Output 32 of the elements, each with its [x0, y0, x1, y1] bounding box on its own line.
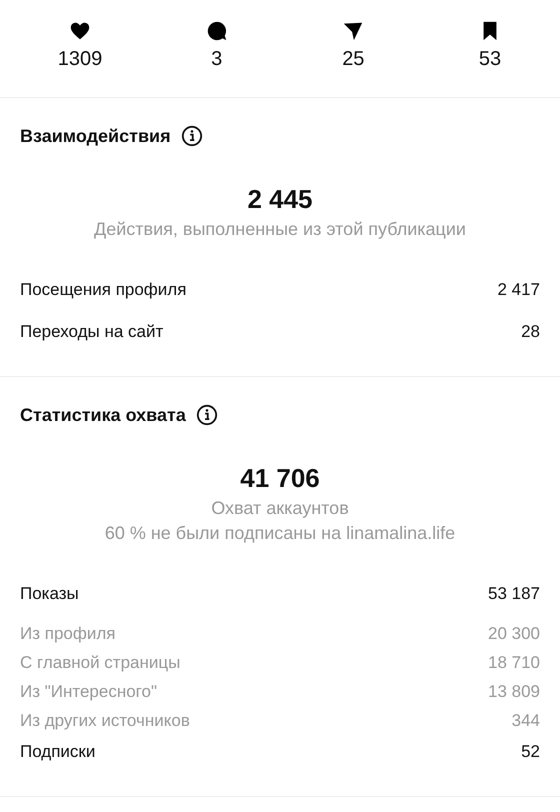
caption: Охват аккаунтов: [210, 498, 350, 519]
info-icon[interactable]: [196, 404, 218, 426]
metric-label: Посещения профиля: [20, 280, 186, 300]
stat-count: 25: [342, 48, 364, 71]
metric-value: 13 809: [488, 682, 540, 702]
section-title: Взаимодействия: [20, 126, 171, 146]
metric-value: 20 300: [488, 624, 540, 644]
metric-label: Показы: [20, 584, 79, 604]
metric-label: Из профиля: [20, 624, 116, 644]
stat-count: 53: [478, 48, 502, 71]
total-value: 41 706: [239, 463, 321, 494]
section-title: Статистика охвата: [20, 404, 186, 426]
metric-value: 2 417: [497, 280, 540, 300]
total-value: 2 445: [246, 184, 314, 215]
comment-icon: [206, 20, 228, 42]
heart-icon: [69, 20, 91, 42]
metric-label: Подписки: [20, 742, 96, 762]
metric-value: 53 187: [488, 584, 540, 604]
metric-value: 344: [512, 711, 540, 731]
metric-label: Переходы на сайт: [20, 322, 164, 342]
caption: 60 % не были подписаны на linamalina.life: [104, 523, 456, 544]
stat-count: 3: [211, 48, 222, 71]
metric-value: 52: [521, 742, 540, 762]
share-icon: [342, 20, 364, 42]
metric-label: Из других источников: [20, 711, 190, 731]
caption: Действия, выполненные из этой публикации: [93, 219, 467, 240]
info-icon[interactable]: [180, 125, 203, 147]
metric-value: 18 710: [488, 653, 540, 673]
metric-value: 28: [521, 322, 540, 342]
stat-count: 1309: [58, 48, 102, 71]
metric-label: Из "Интересного": [20, 682, 157, 702]
metric-label: С главной страницы: [20, 653, 180, 673]
